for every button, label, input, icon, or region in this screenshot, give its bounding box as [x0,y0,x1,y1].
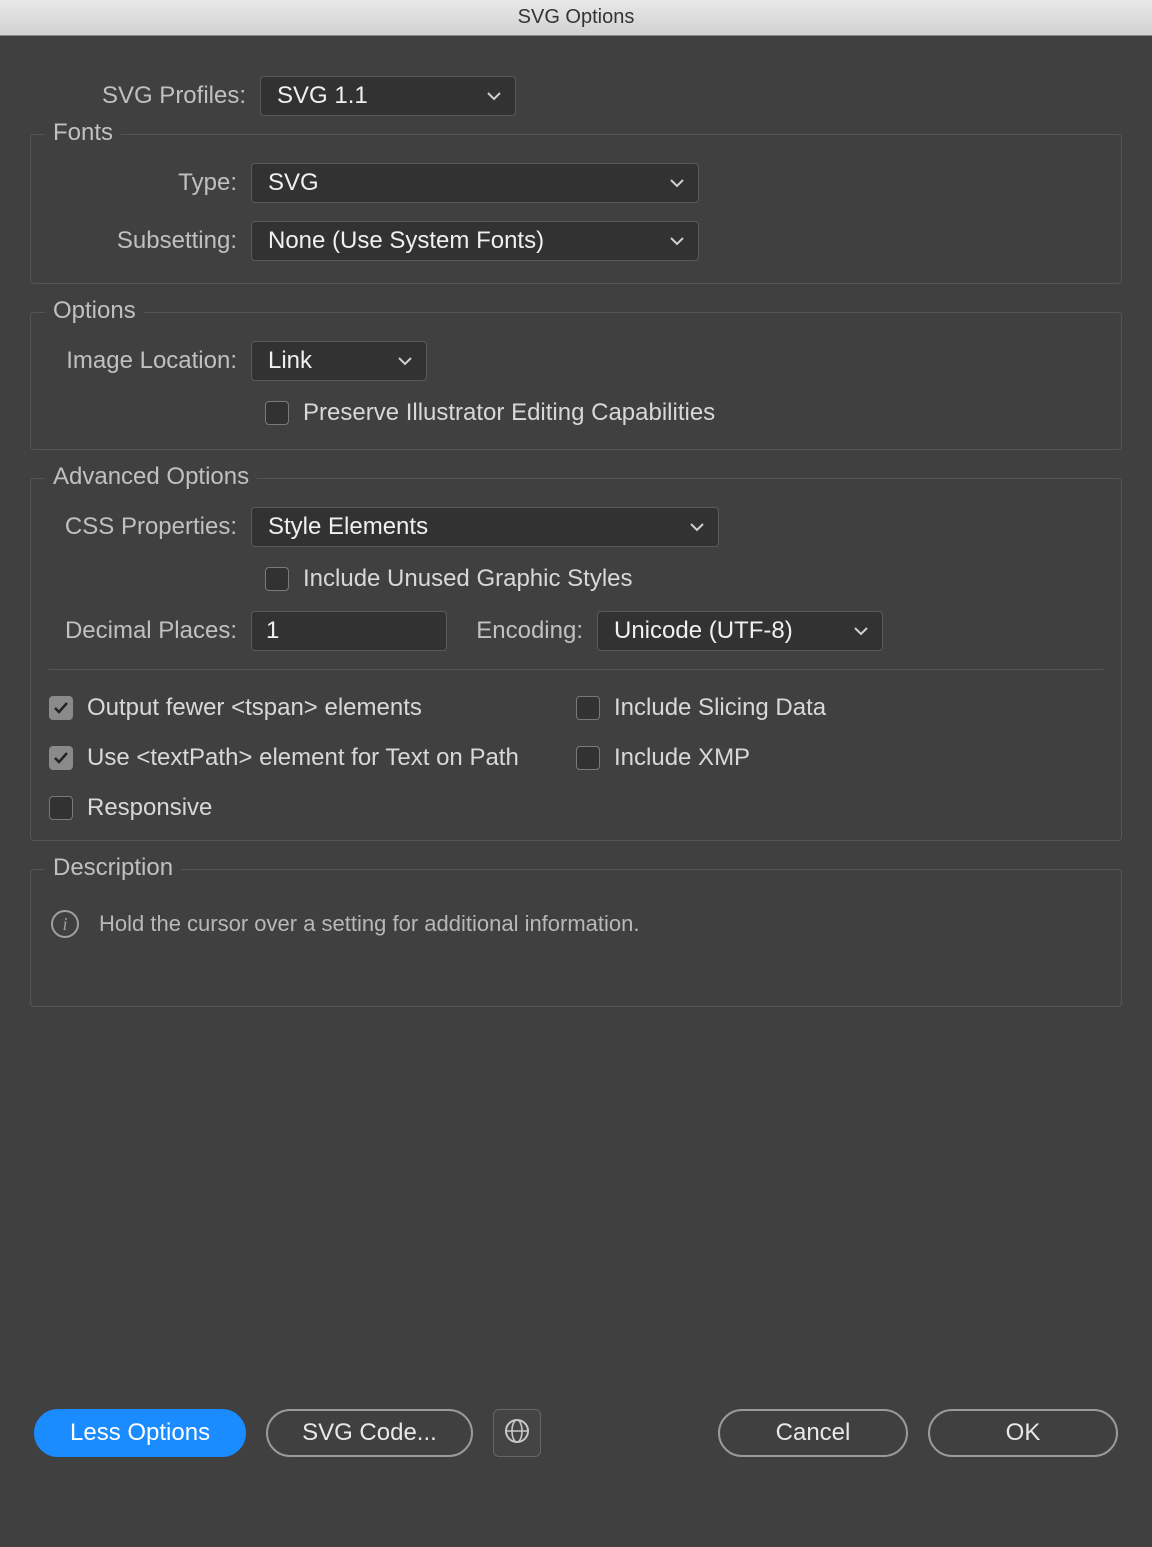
decimal-places-input[interactable] [251,611,447,651]
options-legend: Options [45,297,144,325]
include-slicing-checkbox[interactable] [576,696,600,720]
preserve-editing-checkbox[interactable] [265,401,289,425]
advanced-legend: Advanced Options [45,463,257,491]
cancel-label: Cancel [776,1419,851,1447]
dialog-title: SVG Options [518,6,635,29]
info-icon: i [51,910,79,938]
font-type-row: Type: SVG [45,163,1107,203]
decimal-places-label: Decimal Places: [45,617,251,645]
description-legend: Description [45,854,181,882]
font-type-value: SVG [268,169,319,197]
cancel-button[interactable]: Cancel [718,1409,908,1457]
include-xmp-checkbox[interactable] [576,746,600,770]
font-type-label: Type: [45,169,251,197]
css-properties-row: CSS Properties: Style Elements [45,507,1107,547]
svg-profiles-label: SVG Profiles: [30,82,260,110]
advanced-fieldset: Advanced Options CSS Properties: Style E… [30,478,1122,841]
responsive-label: Responsive [87,794,212,822]
css-properties-label: CSS Properties: [45,513,251,541]
responsive-checkbox[interactable] [49,796,73,820]
preserve-editing-label: Preserve Illustrator Editing Capabilitie… [303,399,715,427]
description-body: i Hold the cursor over a setting for add… [45,898,1107,998]
include-unused-label: Include Unused Graphic Styles [303,565,633,593]
include-slicing-label: Include Slicing Data [614,694,826,722]
svg-profiles-select[interactable]: SVG 1.1 [260,76,516,116]
image-location-value: Link [268,347,312,375]
ok-label: OK [1006,1419,1041,1447]
output-fewer-tspan-label: Output fewer <tspan> elements [87,694,422,722]
preserve-editing-row: Preserve Illustrator Editing Capabilitie… [45,399,1107,427]
dialog-titlebar: SVG Options [0,0,1152,36]
divider [49,669,1103,670]
advanced-checkbox-grid: Output fewer <tspan> elements Include Sl… [45,694,1107,822]
ok-button[interactable]: OK [928,1409,1118,1457]
svg-code-label: SVG Code... [302,1419,437,1447]
preserve-editing-checkbox-row[interactable]: Preserve Illustrator Editing Capabilitie… [265,399,715,427]
font-subsetting-label: Subsetting: [45,227,251,255]
image-location-row: Image Location: Link [45,341,1107,381]
responsive-row[interactable]: Responsive [49,794,576,822]
chevron-down-icon [690,522,704,532]
less-options-button[interactable]: Less Options [34,1409,246,1457]
encoding-label: Encoding: [447,617,597,645]
globe-icon [504,1418,530,1449]
decimal-encoding-row: Decimal Places: Encoding: Unicode (UTF-8… [45,611,1107,651]
dialog-footer: Less Options SVG Code... Cancel OK [30,1409,1122,1517]
chevron-down-icon [854,626,868,636]
svg-profiles-value: SVG 1.1 [277,82,368,110]
image-location-select[interactable]: Link [251,341,427,381]
chevron-down-icon [670,236,684,246]
chevron-down-icon [670,178,684,188]
output-fewer-tspan-checkbox[interactable] [49,696,73,720]
encoding-select[interactable]: Unicode (UTF-8) [597,611,883,651]
svg-profiles-row: SVG Profiles: SVG 1.1 [30,76,1122,116]
preview-in-browser-button[interactable] [493,1409,541,1457]
include-xmp-label: Include XMP [614,744,750,772]
include-slicing-row[interactable]: Include Slicing Data [576,694,1103,722]
chevron-down-icon [398,356,412,366]
description-fieldset: Description i Hold the cursor over a set… [30,869,1122,1007]
encoding-value: Unicode (UTF-8) [614,617,793,645]
include-unused-row: Include Unused Graphic Styles [45,565,1107,593]
font-subsetting-row: Subsetting: None (Use System Fonts) [45,221,1107,261]
css-properties-value: Style Elements [268,513,428,541]
less-options-label: Less Options [70,1419,210,1447]
font-subsetting-value: None (Use System Fonts) [268,227,544,255]
fonts-fieldset: Fonts Type: SVG Subsetting: None (Use Sy… [30,134,1122,284]
options-fieldset: Options Image Location: Link Preserve Il… [30,312,1122,450]
use-textpath-row[interactable]: Use <textPath> element for Text on Path [49,744,576,772]
svg-code-button[interactable]: SVG Code... [266,1409,473,1457]
font-subsetting-select[interactable]: None (Use System Fonts) [251,221,699,261]
description-text: Hold the cursor over a setting for addit… [99,911,640,937]
include-unused-checkbox-row[interactable]: Include Unused Graphic Styles [265,565,633,593]
use-textpath-label: Use <textPath> element for Text on Path [87,744,519,772]
font-type-select[interactable]: SVG [251,163,699,203]
output-fewer-tspan-row[interactable]: Output fewer <tspan> elements [49,694,576,722]
include-xmp-row[interactable]: Include XMP [576,744,1103,772]
include-unused-checkbox[interactable] [265,567,289,591]
css-properties-select[interactable]: Style Elements [251,507,719,547]
fonts-legend: Fonts [45,119,121,147]
image-location-label: Image Location: [45,347,251,375]
chevron-down-icon [487,91,501,101]
dialog-body: SVG Profiles: SVG 1.1 Fonts Type: SVG Su… [0,36,1152,1547]
use-textpath-checkbox[interactable] [49,746,73,770]
